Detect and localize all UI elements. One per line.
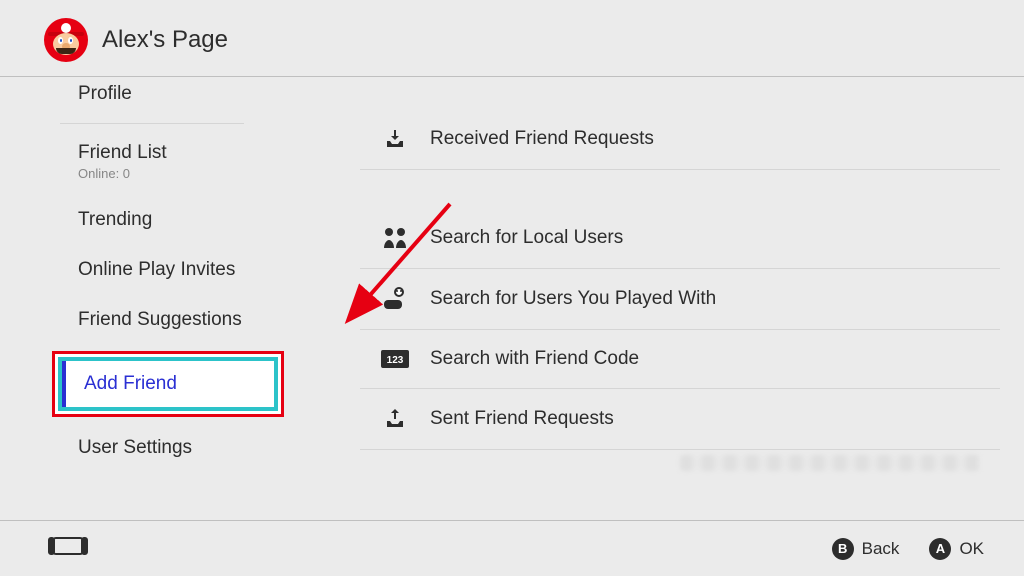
sidebar: Profile Friend List Online: 0 Trending O…	[0, 77, 300, 517]
main-panel: Received Friend Requests Search for Loca…	[300, 77, 1000, 517]
avatar[interactable]	[44, 18, 88, 62]
sidebar-item-profile[interactable]: Profile	[60, 77, 244, 124]
footer: B Back A OK	[0, 520, 1024, 576]
mario-icon	[44, 18, 88, 62]
sidebar-item-label: Add Friend	[84, 373, 177, 394]
option-label: Search for Users You Played With	[430, 288, 716, 310]
option-label: Received Friend Requests	[430, 128, 654, 150]
hint-ok[interactable]: A OK	[929, 538, 984, 560]
friend-code-icon: 123	[380, 350, 410, 368]
option-received-requests[interactable]: Received Friend Requests	[360, 109, 1000, 170]
a-button-icon: A	[929, 538, 951, 560]
page-title: Alex's Page	[102, 26, 228, 54]
option-sent-requests[interactable]: Sent Friend Requests	[360, 389, 1000, 450]
inbox-download-icon	[380, 127, 410, 151]
sidebar-item-add-friend-highlight: Add Friend	[52, 351, 284, 417]
sidebar-item-user-settings[interactable]: User Settings	[0, 423, 284, 473]
sidebar-item-online-play[interactable]: Online Play Invites	[0, 245, 284, 295]
hint-label: OK	[959, 539, 984, 559]
outbox-upload-icon	[380, 407, 410, 431]
option-search-friend-code[interactable]: 123 Search with Friend Code	[360, 330, 1000, 389]
option-search-local[interactable]: Search for Local Users	[360, 208, 1000, 269]
hint-label: Back	[862, 539, 900, 559]
header: Alex's Page	[0, 0, 1024, 77]
option-label: Search for Local Users	[430, 227, 623, 249]
sidebar-item-trending[interactable]: Trending	[0, 195, 284, 245]
local-users-icon	[380, 226, 410, 250]
sidebar-item-friend-suggestions[interactable]: Friend Suggestions	[0, 295, 284, 345]
annotation-highlight-box: Add Friend	[52, 351, 284, 417]
option-label: Search with Friend Code	[430, 348, 639, 370]
sidebar-item-friend-list[interactable]: Friend List Online: 0	[0, 128, 284, 195]
controller-icon[interactable]	[48, 536, 88, 561]
svg-text:123: 123	[387, 355, 404, 366]
option-search-played[interactable]: Search for Users You Played With	[360, 269, 1000, 330]
played-with-icon	[380, 287, 410, 311]
sidebar-item-sublabel: Online: 0	[78, 166, 284, 181]
b-button-icon: B	[832, 538, 854, 560]
hint-back[interactable]: B Back	[832, 538, 900, 560]
option-label: Sent Friend Requests	[430, 408, 614, 430]
blurred-text	[680, 455, 980, 471]
sidebar-item-add-friend[interactable]: Add Friend	[62, 361, 274, 407]
sidebar-item-label: Friend List	[78, 142, 284, 164]
